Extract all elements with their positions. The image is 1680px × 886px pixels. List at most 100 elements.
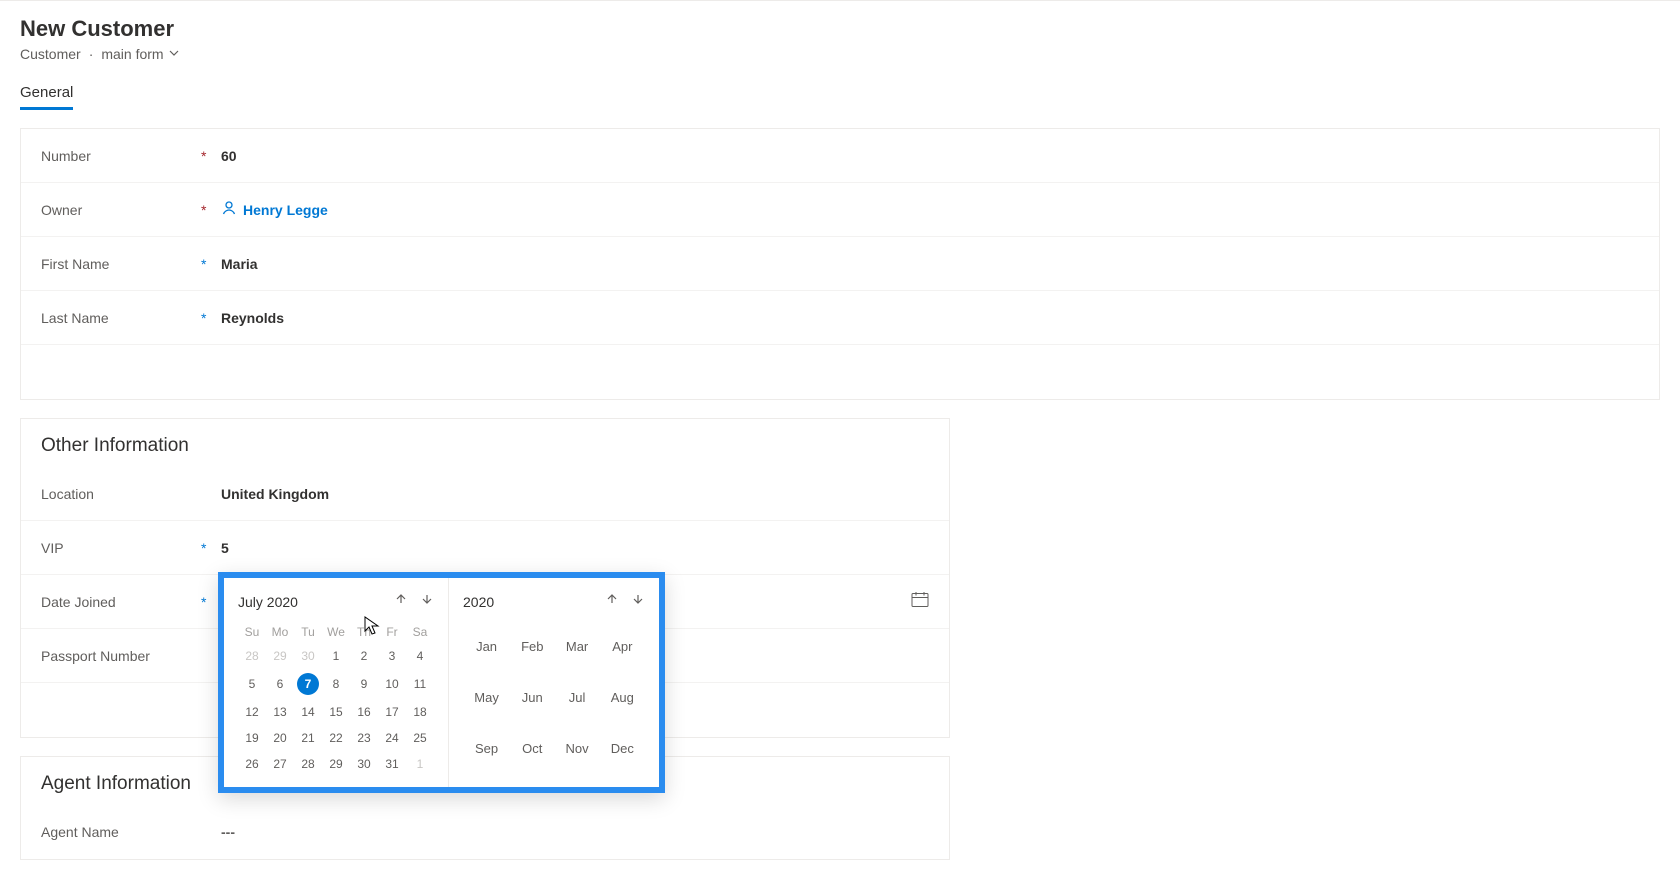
row-spacer	[21, 345, 1659, 399]
calendar-day[interactable]: 21	[294, 725, 322, 751]
calendar-month[interactable]: Sep	[463, 723, 510, 774]
calendar-day[interactable]: 14	[294, 699, 322, 725]
date-picker-popup: July 2020 SuMoTuWeThFrSa 282930123456789…	[218, 572, 665, 793]
calendar-month[interactable]: Jun	[510, 672, 554, 723]
value-owner[interactable]: Henry Legge	[221, 200, 328, 219]
value-number[interactable]: 60	[221, 148, 237, 164]
calendar-day[interactable]: 16	[350, 699, 378, 725]
calendar-icon[interactable]	[911, 591, 929, 612]
date-picker-grid: SuMoTuWeThFrSa 2829301234567891011121314…	[238, 621, 434, 777]
calendar-day[interactable]: 19	[238, 725, 266, 751]
calendar-month[interactable]: Jul	[554, 672, 599, 723]
breadcrumb[interactable]: Customer · main form	[0, 42, 1680, 62]
label-last-name: Last Name	[41, 310, 201, 326]
calendar-month[interactable]: Dec	[600, 723, 645, 774]
calendar-day[interactable]: 28	[294, 751, 322, 777]
calendar-month[interactable]: Apr	[600, 621, 645, 672]
recommended-indicator: *	[201, 540, 221, 556]
calendar-day[interactable]: 30	[350, 751, 378, 777]
calendar-month[interactable]: Mar	[554, 621, 599, 672]
calendar-day[interactable]: 2	[350, 643, 378, 669]
weekday-header: Th	[350, 621, 378, 643]
breadcrumb-entity: Customer	[20, 46, 81, 62]
calendar-day[interactable]: 27	[266, 751, 294, 777]
row-vip: VIP * 5	[21, 521, 949, 575]
label-agent-name: Agent Name	[41, 824, 201, 840]
label-number: Number	[41, 148, 201, 164]
calendar-day[interactable]: 25	[406, 725, 434, 751]
label-owner: Owner	[41, 202, 201, 218]
calendar-day[interactable]: 12	[238, 699, 266, 725]
date-picker-month-grid: JanFebMarApr MayJunJulAug SepOctNovDec	[463, 621, 645, 774]
row-agent-name: Agent Name ---	[21, 805, 949, 859]
value-last-name[interactable]: Reynolds	[221, 310, 284, 326]
tab-bar: General	[0, 62, 1680, 110]
breadcrumb-separator: ·	[89, 46, 94, 62]
calendar-day[interactable]: 18	[406, 699, 434, 725]
calendar-day[interactable]: 28	[238, 643, 266, 669]
chevron-down-icon[interactable]	[168, 46, 180, 62]
calendar-day[interactable]: 31	[378, 751, 406, 777]
calendar-day[interactable]: 1	[322, 643, 350, 669]
calendar-day[interactable]: 11	[406, 669, 434, 699]
calendar-day[interactable]: 29	[322, 751, 350, 777]
calendar-month[interactable]: Oct	[510, 723, 554, 774]
breadcrumb-form: main form	[101, 46, 163, 62]
calendar-day[interactable]: 20	[266, 725, 294, 751]
calendar-day[interactable]: 24	[378, 725, 406, 751]
section-other-information: Other Information Location United Kingdo…	[20, 418, 950, 738]
calendar-day[interactable]: 22	[322, 725, 350, 751]
calendar-day[interactable]: 3	[378, 643, 406, 669]
date-picker-months-panel: 2020 JanFebMarApr MayJunJulAug SepOctNovDe…	[449, 578, 659, 787]
calendar-day[interactable]: 30	[294, 643, 322, 669]
value-agent-name[interactable]: ---	[221, 824, 235, 840]
calendar-day[interactable]: 9	[350, 669, 378, 699]
tab-general[interactable]: General	[20, 84, 73, 110]
row-first-name: First Name * Maria	[21, 237, 1659, 291]
calendar-day[interactable]: 15	[322, 699, 350, 725]
calendar-month[interactable]: May	[463, 672, 510, 723]
value-vip[interactable]: 5	[221, 540, 229, 556]
calendar-day[interactable]: 17	[378, 699, 406, 725]
row-location: Location United Kingdom	[21, 467, 949, 521]
recommended-indicator: *	[201, 310, 221, 326]
weekday-header: Mo	[266, 621, 294, 643]
arrow-up-icon[interactable]	[605, 592, 619, 611]
row-number: Number * 60	[21, 129, 1659, 183]
calendar-day[interactable]: 8	[322, 669, 350, 699]
label-location: Location	[41, 486, 201, 502]
calendar-day[interactable]: 26	[238, 751, 266, 777]
person-icon	[221, 200, 237, 219]
arrow-up-icon[interactable]	[394, 592, 408, 611]
row-last-name: Last Name * Reynolds	[21, 291, 1659, 345]
calendar-day[interactable]: 6	[266, 669, 294, 699]
calendar-day[interactable]: 23	[350, 725, 378, 751]
label-first-name: First Name	[41, 256, 201, 272]
calendar-month[interactable]: Jan	[463, 621, 510, 672]
arrow-down-icon[interactable]	[631, 592, 645, 611]
calendar-day[interactable]: 4	[406, 643, 434, 669]
calendar-day[interactable]: 29	[266, 643, 294, 669]
required-indicator: *	[201, 148, 221, 164]
calendar-day[interactable]: 13	[266, 699, 294, 725]
calendar-day[interactable]: 7	[294, 669, 322, 699]
calendar-month[interactable]: Feb	[510, 621, 554, 672]
calendar-month[interactable]: Nov	[554, 723, 599, 774]
calendar-day[interactable]: 5	[238, 669, 266, 699]
calendar-day[interactable]: 10	[378, 669, 406, 699]
weekday-header: Sa	[406, 621, 434, 643]
value-location[interactable]: United Kingdom	[221, 486, 329, 502]
calendar-day[interactable]: 1	[406, 751, 434, 777]
arrow-down-icon[interactable]	[420, 592, 434, 611]
required-indicator: *	[201, 202, 221, 218]
date-picker-month-title[interactable]: July 2020	[238, 594, 298, 610]
section-general: Number * 60 Owner * Henry Legge First Na…	[20, 128, 1660, 400]
date-picker-days-panel: July 2020 SuMoTuWeThFrSa 282930123456789…	[224, 578, 449, 787]
page-title: New Customer	[0, 1, 1680, 42]
value-first-name[interactable]: Maria	[221, 256, 258, 272]
weekday-header: Tu	[294, 621, 322, 643]
label-vip: VIP	[41, 540, 201, 556]
owner-name: Henry Legge	[243, 202, 328, 218]
date-picker-year-title[interactable]: 2020	[463, 594, 494, 610]
calendar-month[interactable]: Aug	[600, 672, 645, 723]
